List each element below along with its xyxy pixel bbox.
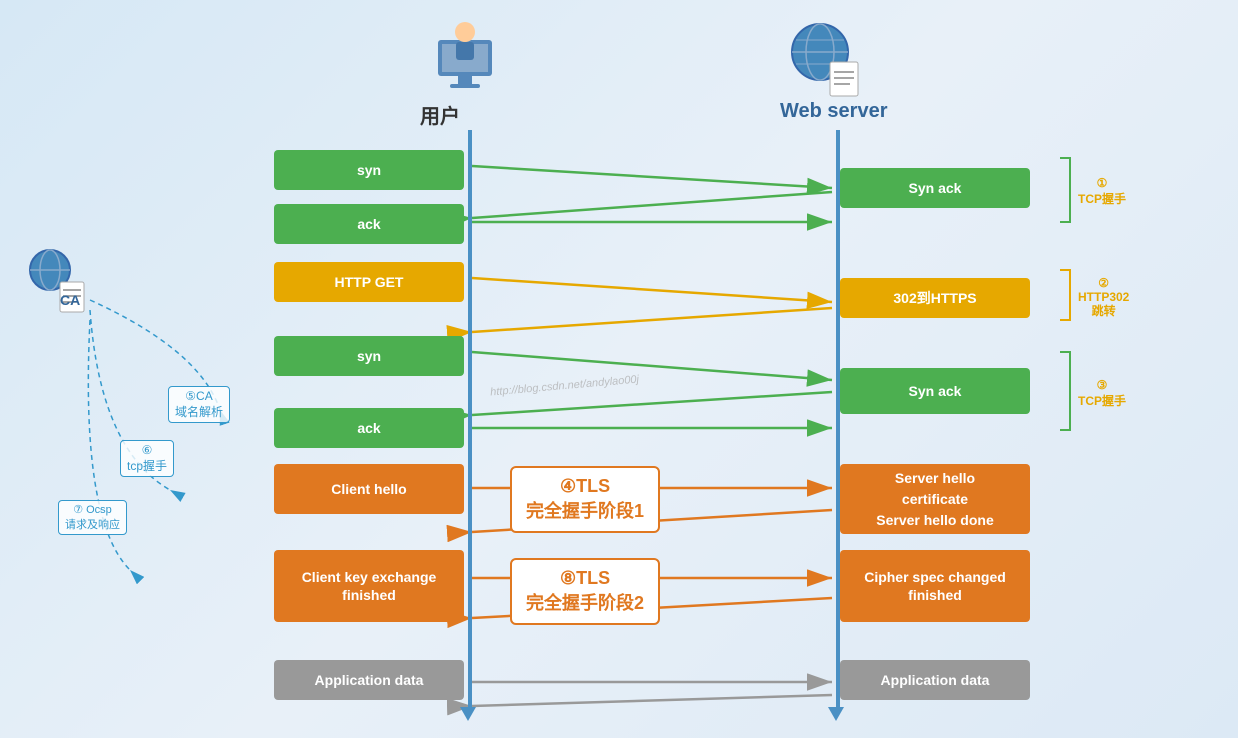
user-icon xyxy=(430,20,500,100)
step5-annotation: ⑤CA域名解析 xyxy=(168,386,230,423)
step1-annotation: ① TCP握手 xyxy=(1078,176,1126,207)
step2-annotation: ② HTTP302跳转 xyxy=(1078,276,1129,319)
diagram-container: 用户 Web server CA syn ack HTTP GET syn ac… xyxy=(0,0,1238,738)
msg-syn2-user: syn xyxy=(274,336,464,376)
msg-ack2-user: ack xyxy=(274,408,464,448)
step7-annotation: ⑦ Ocsp请求及响应 xyxy=(58,500,127,535)
msg-clientkey-user: Client key exchangefinished xyxy=(274,550,464,622)
timeline-server-arrow xyxy=(828,707,844,721)
msg-302-server: 302到HTTPS xyxy=(840,278,1030,318)
step3-annotation: ③ TCP握手 xyxy=(1078,378,1126,409)
msg-appdata-user: Application data xyxy=(274,660,464,700)
msg-serverhello-server: Server hellocertificateServer hello done xyxy=(840,464,1030,534)
msg-synack2-server: Syn ack xyxy=(840,368,1030,414)
msg-synack-server: Syn ack xyxy=(840,168,1030,208)
timeline-user xyxy=(468,130,472,710)
step6-annotation: ⑥tcp握手 xyxy=(120,440,174,477)
msg-httpget-user: HTTP GET xyxy=(274,262,464,302)
arrows-svg xyxy=(0,0,1238,738)
watermark: http://blog.csdn.net/andylao00j xyxy=(490,374,640,399)
tls-stage1-label: ④TLS完全握手阶段1 xyxy=(510,466,660,533)
msg-clienthello-user: Client hello xyxy=(274,464,464,514)
server-icon xyxy=(790,20,860,100)
msg-syn-user: syn xyxy=(274,150,464,190)
msg-appdata-server: Application data xyxy=(840,660,1030,700)
server-label: Web server xyxy=(780,100,887,123)
msg-cipherspec-server: Cipher spec changedfinished xyxy=(840,550,1030,622)
msg-ack1-user: ack xyxy=(274,204,464,244)
tls-stage2-label: ⑧TLS完全握手阶段2 xyxy=(510,558,660,625)
ca-label: CA xyxy=(60,292,80,308)
timeline-server xyxy=(836,130,840,710)
timeline-user-arrow xyxy=(460,707,476,721)
user-label: 用户 xyxy=(420,100,460,129)
